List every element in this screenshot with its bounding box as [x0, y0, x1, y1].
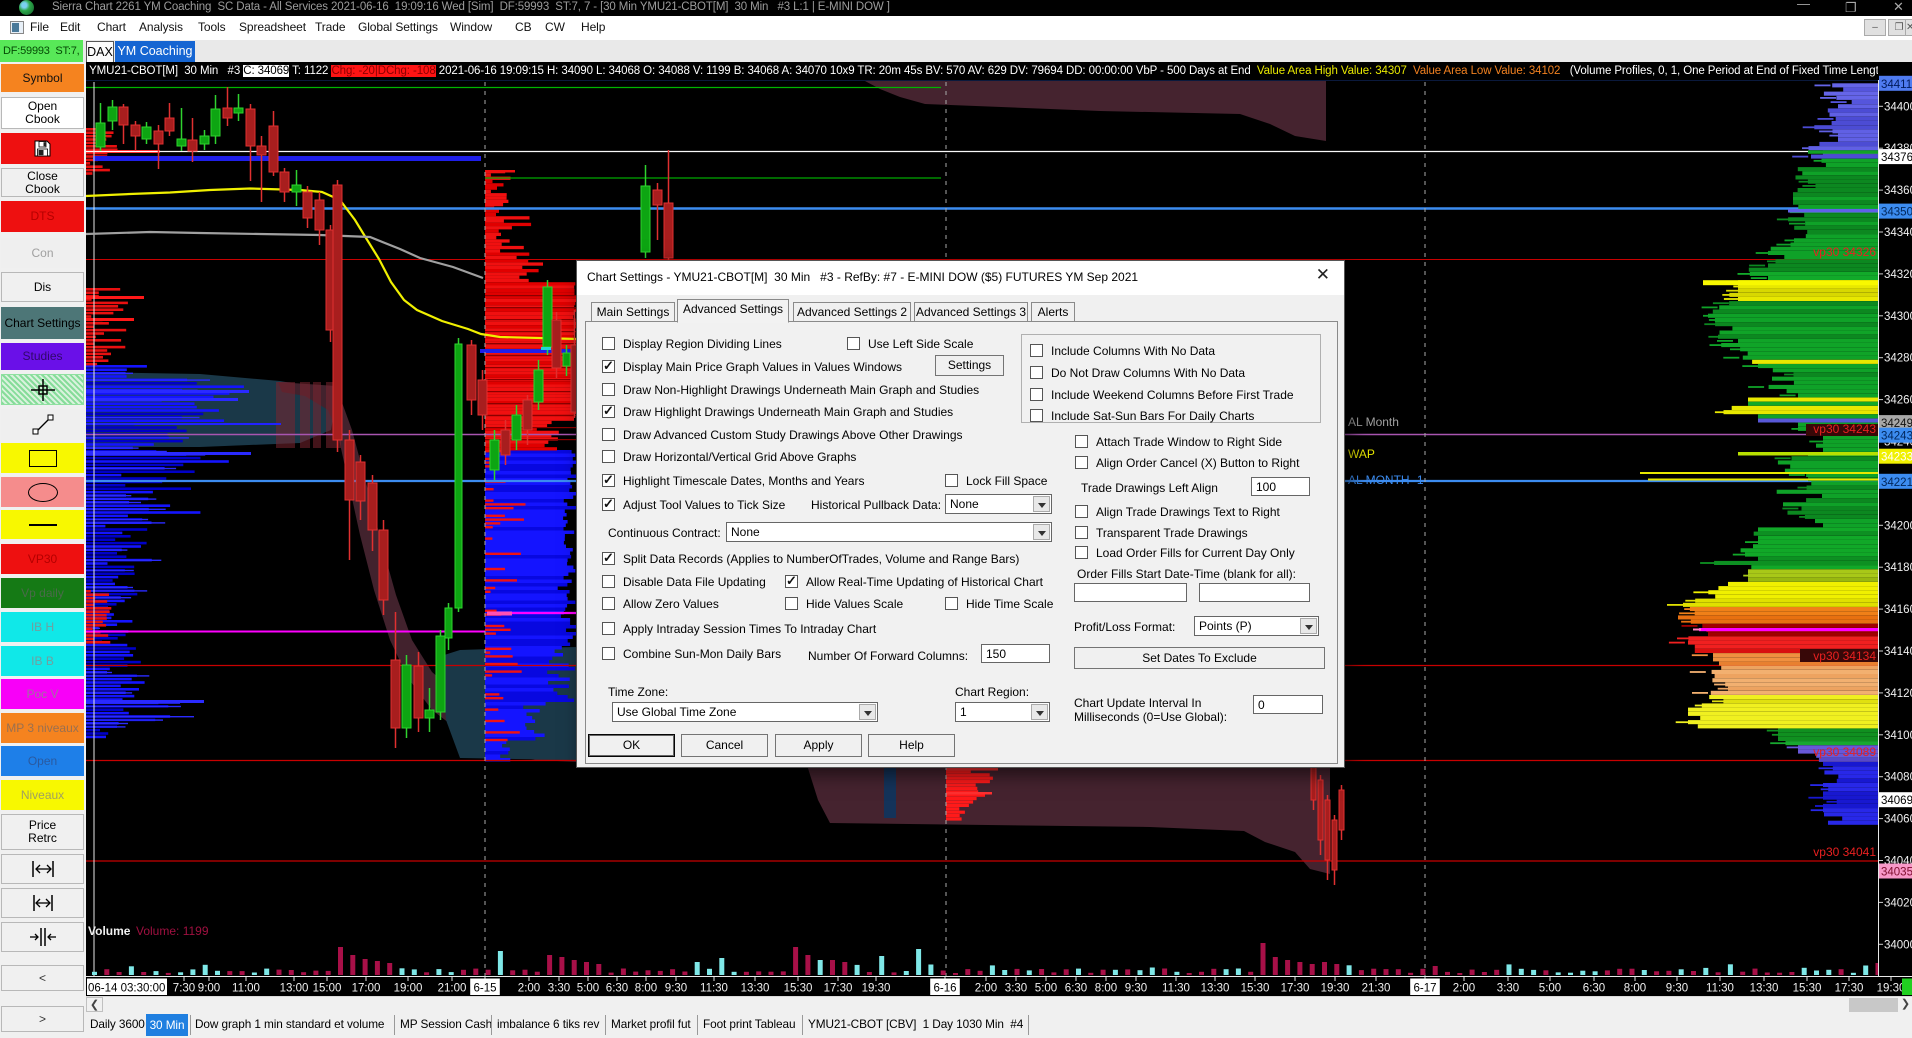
svg-text:5:00: 5:00 — [1035, 983, 1057, 995]
svg-text:34160: 34160 — [1884, 604, 1912, 616]
svg-text:vp30 34326: vp30 34326 — [1813, 245, 1876, 259]
svg-text:34340: 34340 — [1884, 227, 1912, 239]
svg-text:19:30: 19:30 — [862, 983, 891, 995]
svg-text:6:30: 6:30 — [606, 983, 628, 995]
svg-text:34200: 34200 — [1884, 520, 1912, 532]
svg-text:AL MONTH -1: AL MONTH -1 — [1348, 473, 1424, 487]
svg-text:34000: 34000 — [1884, 939, 1912, 951]
svg-text:3:30: 3:30 — [548, 983, 570, 995]
svg-text:11:30: 11:30 — [700, 983, 728, 995]
svg-text:34120: 34120 — [1884, 688, 1912, 700]
svg-text:2:00: 2:00 — [975, 983, 997, 995]
svg-text:5:00: 5:00 — [1539, 983, 1561, 995]
svg-text:7:30: 7:30 — [173, 983, 195, 995]
svg-text:8:00: 8:00 — [635, 983, 657, 995]
svg-text:34300: 34300 — [1884, 311, 1912, 323]
svg-text:11:30: 11:30 — [1162, 983, 1190, 995]
svg-text:6:30: 6:30 — [1583, 983, 1605, 995]
svg-text:Volume: 1199: Volume: 1199 — [136, 924, 209, 938]
svg-text:13:30: 13:30 — [741, 983, 770, 995]
svg-text:34260: 34260 — [1884, 395, 1912, 407]
svg-text:34280: 34280 — [1884, 353, 1912, 365]
svg-text:11:00: 11:00 — [232, 983, 260, 995]
svg-text:34350: 34350 — [1881, 207, 1912, 219]
svg-text:6-16: 6-16 — [933, 983, 956, 995]
svg-text:6:30: 6:30 — [1065, 983, 1087, 995]
svg-text:11:30: 11:30 — [1706, 983, 1734, 995]
svg-text:34060: 34060 — [1884, 814, 1912, 826]
svg-text:15:30: 15:30 — [1793, 983, 1822, 995]
svg-text:34100: 34100 — [1884, 730, 1912, 742]
svg-text:19:30: 19:30 — [1877, 983, 1906, 995]
svg-text:34243: 34243 — [1881, 431, 1912, 443]
svg-text:WAP: WAP — [1348, 447, 1375, 461]
svg-text:06-14 03:30:00: 06-14 03:30:00 — [88, 983, 165, 995]
svg-text:vp30 34134: vp30 34134 — [1813, 649, 1876, 663]
svg-text:13:30: 13:30 — [1750, 983, 1779, 995]
svg-text:9:30: 9:30 — [665, 983, 687, 995]
svg-text:17:00: 17:00 — [352, 983, 381, 995]
svg-text:Volume: Volume — [88, 924, 131, 938]
svg-text:2:00: 2:00 — [518, 983, 540, 995]
svg-text:34035: 34035 — [1881, 867, 1912, 879]
svg-text:9:00: 9:00 — [198, 983, 220, 995]
svg-text:34180: 34180 — [1884, 562, 1912, 574]
svg-text:34376: 34376 — [1881, 152, 1912, 164]
svg-text:34069: 34069 — [1881, 795, 1912, 807]
svg-text:8:00: 8:00 — [1095, 983, 1117, 995]
svg-text:vp30 34041: vp30 34041 — [1813, 845, 1876, 859]
svg-text:34320: 34320 — [1884, 269, 1912, 281]
svg-text:19:00: 19:00 — [394, 983, 423, 995]
svg-text:34411: 34411 — [1881, 79, 1912, 91]
svg-text:vp30 34243: vp30 34243 — [1813, 422, 1876, 436]
svg-text:3:30: 3:30 — [1497, 983, 1519, 995]
svg-text:6-17: 6-17 — [1413, 983, 1436, 995]
svg-text:13:30: 13:30 — [1201, 983, 1230, 995]
svg-text:15:00: 15:00 — [313, 983, 342, 995]
svg-text:15:30: 15:30 — [784, 983, 813, 995]
svg-text:13:00: 13:00 — [280, 983, 309, 995]
svg-text:3:30: 3:30 — [1005, 983, 1027, 995]
svg-text:34020: 34020 — [1884, 897, 1912, 909]
svg-text:vp30 34089: vp30 34089 — [1813, 745, 1876, 759]
svg-text:8:00: 8:00 — [1624, 983, 1646, 995]
svg-text:17:30: 17:30 — [824, 983, 853, 995]
svg-text:5:00: 5:00 — [577, 983, 599, 995]
svg-text:34221: 34221 — [1881, 477, 1912, 489]
svg-text:17:30: 17:30 — [1835, 983, 1864, 995]
svg-text:21:00: 21:00 — [438, 983, 467, 995]
svg-text:AL Month: AL Month — [1348, 415, 1399, 429]
svg-text:17:30: 17:30 — [1281, 983, 1310, 995]
svg-text:34233: 34233 — [1881, 452, 1912, 464]
svg-text:2:00: 2:00 — [1453, 983, 1475, 995]
svg-text:34360: 34360 — [1884, 185, 1912, 197]
svg-text:15:30: 15:30 — [1241, 983, 1270, 995]
svg-text:9:30: 9:30 — [1125, 983, 1147, 995]
svg-text:9:30: 9:30 — [1666, 983, 1688, 995]
svg-text:34080: 34080 — [1884, 772, 1912, 784]
svg-text:19:30: 19:30 — [1321, 983, 1350, 995]
svg-text:34400: 34400 — [1884, 101, 1912, 113]
svg-text:21:30: 21:30 — [1362, 983, 1391, 995]
svg-text:34140: 34140 — [1884, 646, 1912, 658]
svg-text:6-15: 6-15 — [473, 983, 496, 995]
